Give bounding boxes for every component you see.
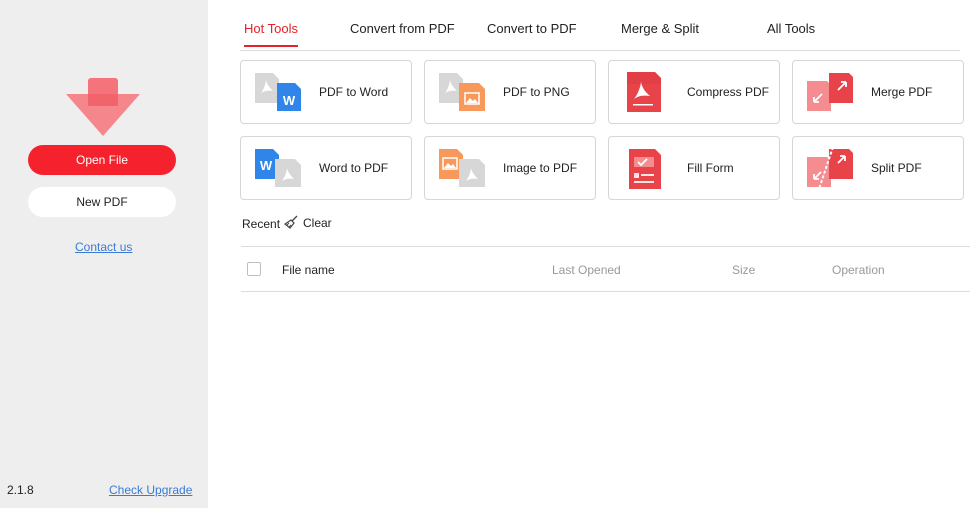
tab-convert-from-pdf[interactable]: Convert from PDF <box>350 21 455 36</box>
merge-pdf-icon <box>807 73 853 111</box>
table-header-divider-bottom <box>241 291 970 292</box>
svg-text:W: W <box>260 158 273 173</box>
tab-hot-tools[interactable]: Hot Tools <box>244 21 298 36</box>
contact-us-link[interactable]: Contact us <box>75 240 132 254</box>
tool-label: Split PDF <box>871 161 922 175</box>
check-upgrade-link[interactable]: Check Upgrade <box>109 483 192 497</box>
tool-split-pdf[interactable]: Split PDF <box>792 136 964 200</box>
new-pdf-button[interactable]: New PDF <box>28 187 176 217</box>
tab-all-tools[interactable]: All Tools <box>767 21 815 36</box>
split-pdf-icon <box>807 147 853 189</box>
column-size[interactable]: Size <box>732 263 755 277</box>
pdf-to-word-icon: W <box>255 73 301 111</box>
column-file-name[interactable]: File name <box>282 263 335 277</box>
tool-label: PDF to PNG <box>503 85 570 99</box>
tool-image-to-pdf[interactable]: Image to PDF <box>424 136 596 200</box>
clear-label: Clear <box>303 215 332 230</box>
word-to-pdf-icon: W <box>255 149 301 187</box>
tool-label: Merge PDF <box>871 85 933 99</box>
tool-pdf-to-png[interactable]: PDF to PNG <box>424 60 596 124</box>
fill-form-icon <box>629 149 661 189</box>
tool-pdf-to-word[interactable]: W PDF to Word <box>240 60 412 124</box>
broom-icon <box>284 215 298 229</box>
tool-label: PDF to Word <box>319 85 389 99</box>
tool-merge-pdf[interactable]: Merge PDF <box>792 60 964 124</box>
tool-label: Compress PDF <box>687 85 770 99</box>
tab-merge-split[interactable]: Merge & Split <box>621 21 699 36</box>
sidebar: Open File New PDF Contact us 2.1.8 Check… <box>0 0 208 508</box>
tool-label: Word to PDF <box>319 161 389 175</box>
column-operation: Operation <box>832 263 885 277</box>
open-file-arrow-icon <box>66 78 140 136</box>
version-label: 2.1.8 <box>7 483 34 497</box>
select-all-checkbox[interactable] <box>247 262 261 276</box>
tab-convert-to-pdf[interactable]: Convert to PDF <box>487 21 577 36</box>
tab-bar: Hot Tools Convert from PDF Convert to PD… <box>240 0 960 51</box>
svg-text:W: W <box>283 93 296 108</box>
tool-compress-pdf[interactable]: Compress PDF <box>608 60 780 124</box>
tool-label: Fill Form <box>687 161 734 175</box>
recent-heading: Recent <box>242 217 281 231</box>
image-to-pdf-icon <box>439 149 485 187</box>
clear-recent-button[interactable]: Clear <box>284 215 332 230</box>
pdf-to-png-icon <box>439 73 485 111</box>
table-header-divider-top <box>241 246 970 247</box>
column-last-opened[interactable]: Last Opened <box>552 263 621 277</box>
tool-word-to-pdf[interactable]: W Word to PDF <box>240 136 412 200</box>
tool-label: Image to PDF <box>503 161 578 175</box>
open-file-button[interactable]: Open File <box>28 145 176 175</box>
compress-pdf-icon <box>627 72 661 112</box>
tool-fill-form[interactable]: Fill Form <box>608 136 780 200</box>
active-tab-indicator <box>244 45 298 47</box>
